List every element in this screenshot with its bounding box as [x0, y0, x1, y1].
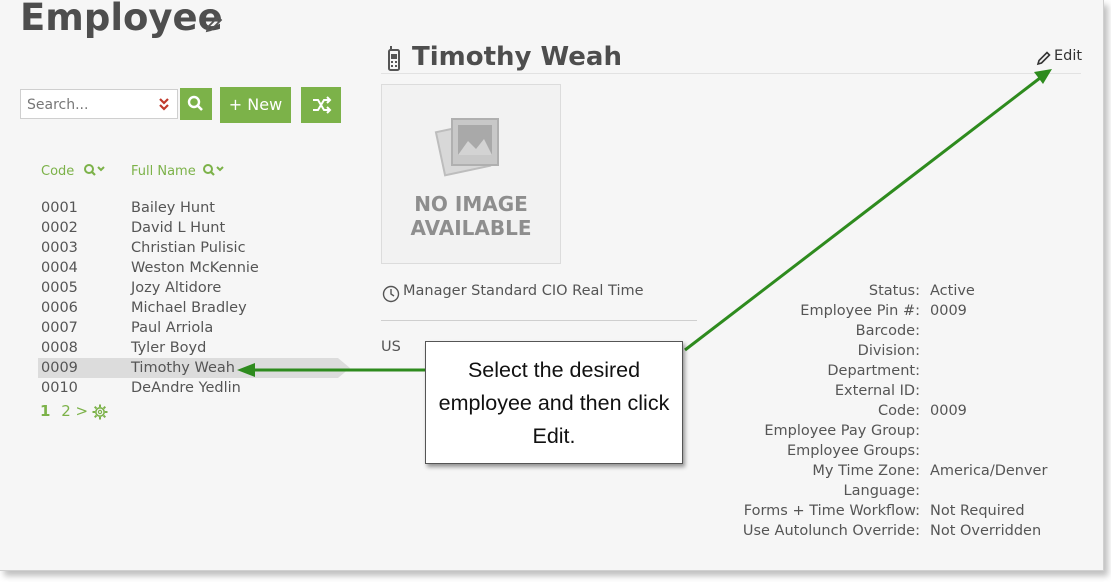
- employee-name: Christian Pulisic: [131, 240, 246, 256]
- clock-icon: [382, 285, 400, 303]
- detail-label: Use Autolunch Override:: [742, 523, 920, 539]
- employee-row[interactable]: 0002 David L Hunt: [38, 218, 358, 238]
- employee-page: Employee + New Code Full Name: [0, 0, 1104, 571]
- search-input[interactable]: [25, 90, 153, 120]
- employee-code: 0007: [41, 320, 78, 336]
- detail-value: America/Denver: [930, 463, 1048, 479]
- pencil-icon[interactable]: [1036, 50, 1052, 66]
- edit-link[interactable]: Edit: [1054, 48, 1082, 64]
- new-employee-button[interactable]: + New: [220, 87, 291, 123]
- employee-code: 0005: [41, 280, 78, 296]
- employee-name: Timothy Weah: [131, 360, 235, 376]
- employee-name: Tyler Boyd: [131, 340, 207, 356]
- detail-label: Barcode:: [855, 323, 920, 339]
- detail-label: Forms + Time Workflow:: [743, 503, 920, 519]
- employee-row-selected[interactable]: 0009 Timothy Weah: [38, 358, 350, 378]
- employee-code: 0001: [41, 200, 78, 216]
- divider: [381, 73, 1081, 74]
- edit-title-pencil-icon[interactable]: [204, 14, 224, 34]
- detail-value: Not Overridden: [930, 523, 1042, 539]
- search-icon: [187, 95, 203, 111]
- image-icon: [434, 118, 499, 177]
- employee-code: 0009: [41, 360, 78, 376]
- employee-code: 0010: [41, 380, 78, 396]
- detail-label: My Time Zone:: [812, 463, 920, 479]
- column-search-sort-icon[interactable]: [82, 162, 110, 180]
- page-title: Employee: [20, 0, 223, 39]
- employee-row[interactable]: 0001 Bailey Hunt: [38, 198, 358, 218]
- employee-name: DeAndre Yedlin: [131, 380, 241, 396]
- column-header-code[interactable]: Code: [41, 164, 74, 179]
- shuffle-icon: [313, 96, 332, 114]
- detail-value: Not Required: [930, 503, 1025, 519]
- instruction-callout: Select the desired employee and then cli…: [425, 341, 683, 464]
- pagination: 1 2 >: [40, 402, 88, 420]
- column-search-sort-icon[interactable]: [201, 162, 229, 180]
- employee-code: 0008: [41, 340, 78, 356]
- detail-value: 0009: [930, 303, 967, 319]
- employee-row[interactable]: 0003 Christian Pulisic: [38, 238, 358, 258]
- double-chevron-down-icon[interactable]: [157, 96, 171, 112]
- column-header-full-name[interactable]: Full Name: [131, 164, 196, 179]
- shuffle-button[interactable]: [301, 87, 341, 123]
- employee-name: Jozy Altidore: [131, 280, 222, 296]
- employee-row[interactable]: 0007 Paul Arriola: [38, 318, 358, 338]
- page-current[interactable]: 1: [40, 402, 50, 420]
- no-image-text: NO IMAGE AVAILABLE: [410, 192, 532, 240]
- employee-code: 0004: [41, 260, 78, 276]
- detail-value: 0009: [930, 403, 967, 419]
- mobile-phone-icon: [388, 46, 400, 71]
- employee-name-heading: Timothy Weah: [412, 42, 622, 72]
- gear-icon[interactable]: [92, 404, 108, 420]
- detail-label: Status:: [868, 283, 920, 299]
- page-next[interactable]: 2 >: [61, 402, 88, 420]
- employee-name: Weston McKennie: [131, 260, 259, 276]
- employee-row[interactable]: 0004 Weston McKennie: [38, 258, 358, 278]
- employee-name: Bailey Hunt: [131, 200, 215, 216]
- employee-code: 0003: [41, 240, 78, 256]
- detail-value: Active: [930, 283, 975, 299]
- employee-code: 0006: [41, 300, 78, 316]
- employee-list: 0001 Bailey Hunt 0002 David L Hunt 0003 Chr…: [38, 198, 358, 398]
- employee-name: Michael Bradley: [131, 300, 247, 316]
- employee-code: 0002: [41, 220, 78, 236]
- search-field[interactable]: [20, 89, 178, 120]
- detail-label: Employee Pin #:: [800, 303, 920, 319]
- country-value: US: [381, 339, 401, 355]
- employee-row[interactable]: 0005 Jozy Altidore: [38, 278, 358, 298]
- employee-name: Paul Arriola: [131, 320, 214, 336]
- detail-label: Language:: [843, 483, 920, 499]
- search-button[interactable]: [180, 88, 212, 120]
- employee-photo-placeholder: NO IMAGE AVAILABLE: [381, 84, 561, 264]
- employee-row[interactable]: 0006 Michael Bradley: [38, 298, 358, 318]
- employee-name: David L Hunt: [131, 220, 226, 236]
- employee-row[interactable]: 0010 DeAndre Yedlin: [38, 378, 358, 398]
- employee-row[interactable]: 0008 Tyler Boyd: [38, 338, 358, 358]
